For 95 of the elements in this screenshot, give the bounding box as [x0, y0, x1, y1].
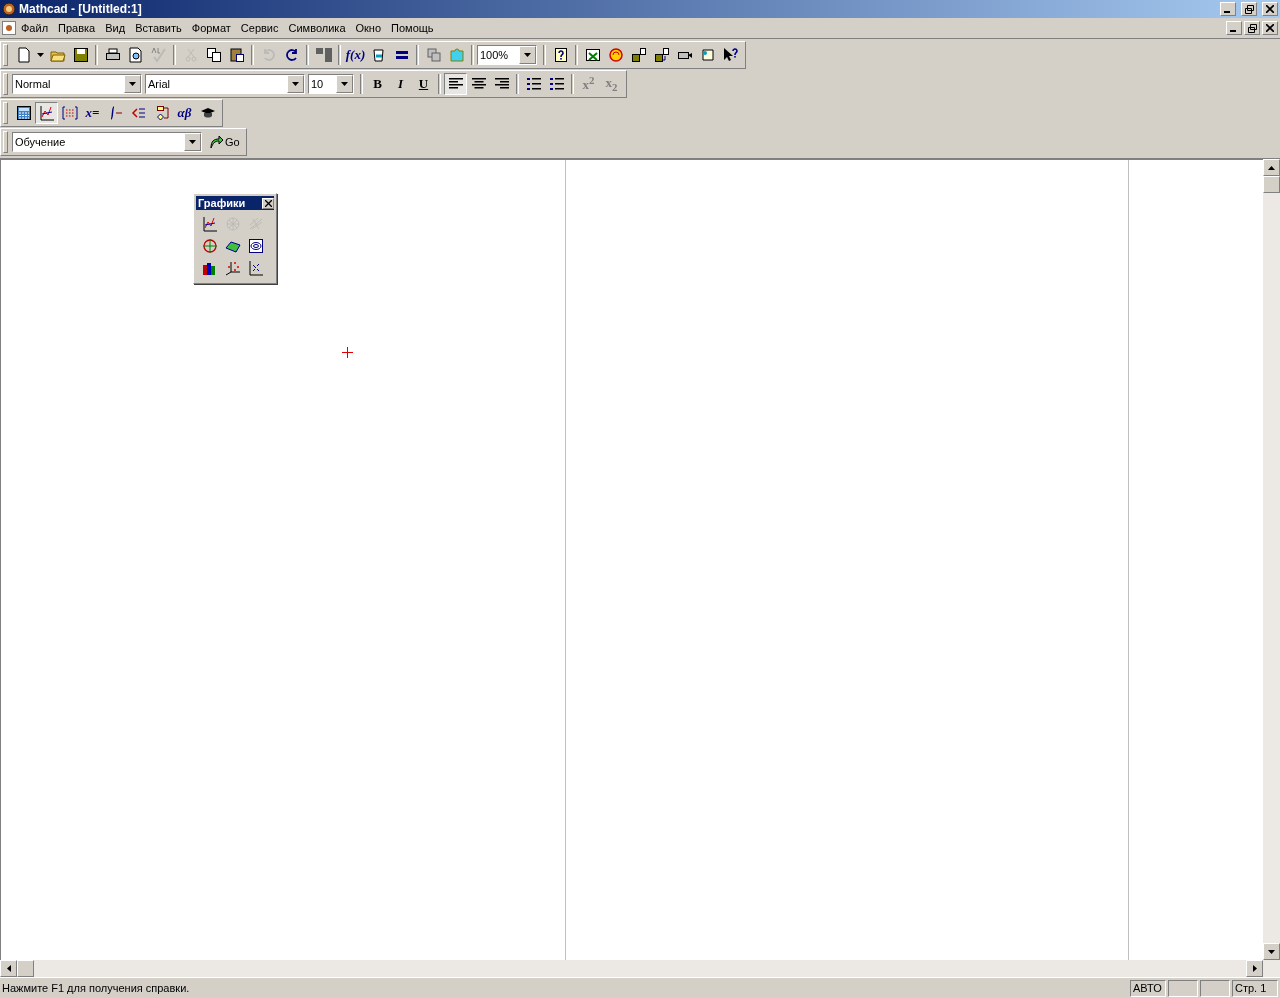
contour-icon [247, 238, 264, 254]
left-arrow-icon [6, 965, 11, 972]
graph-icon [38, 105, 55, 121]
bullet-list-icon [526, 78, 541, 90]
minimize-button[interactable] [1226, 21, 1242, 35]
menu-item[interactable]: Вид [100, 22, 131, 34]
crosshair-cursor-icon [342, 347, 353, 358]
scroll-down-button[interactable] [1263, 943, 1280, 960]
go-arrow-icon [208, 134, 224, 150]
function-button[interactable]: f(x) [344, 44, 367, 66]
style-dropdown[interactable]: Normal [12, 74, 142, 94]
math-palette-button[interactable]: αβ [173, 102, 196, 124]
polar-icon [201, 238, 218, 254]
scroll-up-button[interactable] [1263, 159, 1280, 176]
menu-item[interactable]: Файл [16, 22, 54, 34]
close-icon [1266, 24, 1274, 32]
menu-item[interactable]: Помощь [386, 22, 439, 34]
magnifier-icon [127, 47, 144, 63]
align-button[interactable] [444, 73, 467, 95]
text-style-button[interactable]: U [412, 73, 435, 95]
dropdown-arrow-icon [189, 140, 196, 144]
disk-send-icon [630, 47, 647, 63]
text-style-button[interactable]: I [389, 73, 412, 95]
status-message: Нажмите F1 для получения справки. [2, 982, 191, 994]
vector-field-icon [247, 260, 264, 276]
zoom-dropdown[interactable]: 100% [477, 45, 537, 65]
scroll-left-button[interactable] [0, 960, 17, 977]
resources-dropdown[interactable]: Обучение [12, 132, 202, 152]
puzzle-icon [448, 47, 465, 63]
scroll-thumb[interactable] [17, 960, 34, 977]
calculator-icon [15, 105, 32, 121]
align-icon [471, 78, 486, 90]
app-logo-icon [2, 2, 16, 16]
status-page: Стр. 1 [1232, 979, 1278, 997]
font-dropdown[interactable]: Arial [145, 74, 305, 94]
math-palette-button[interactable]: x= [81, 102, 104, 124]
menu-item[interactable]: Вставить [130, 22, 187, 34]
help-icon [552, 47, 569, 63]
minimize-button[interactable] [1220, 2, 1236, 16]
restore-icon [1244, 4, 1254, 14]
surface-icon [224, 238, 241, 254]
matrix-icon [61, 105, 78, 121]
menu-item[interactable]: Формат [186, 22, 236, 34]
scatter-3d-icon [224, 260, 241, 276]
close-button[interactable] [1262, 2, 1278, 16]
comparison-icon [130, 105, 147, 121]
menu-item[interactable]: Сервис [235, 22, 284, 34]
redo-icon [283, 47, 300, 63]
dropdown-arrow-icon [292, 82, 299, 86]
document-icon[interactable] [2, 21, 16, 35]
printer-icon [104, 47, 121, 63]
close-icon [264, 199, 272, 207]
scroll-right-button[interactable] [1246, 960, 1263, 977]
align-icon [448, 78, 463, 90]
pointer-question-icon [722, 47, 739, 63]
numbered-list-icon [549, 78, 564, 90]
up-arrow-icon [1268, 165, 1275, 170]
status-pane [1168, 979, 1198, 997]
align-top-icon [315, 47, 332, 63]
dropdown-arrow-icon [37, 53, 44, 57]
close-button[interactable] [1262, 21, 1278, 35]
dropdown-arrow-icon [524, 53, 531, 57]
worksheet[interactable]: Графики [0, 159, 1263, 960]
math-palette-button[interactable] [35, 102, 58, 124]
restore-icon [1247, 23, 1257, 33]
copy-icon [205, 47, 222, 63]
bar-chart-icon [201, 260, 218, 276]
right-arrow-icon [1252, 965, 1257, 972]
status-pane [1200, 979, 1230, 997]
clipboard-icon [228, 47, 245, 63]
close-icon [1266, 5, 1274, 13]
scroll-thumb[interactable] [1263, 176, 1280, 193]
dropdown-arrow-icon [1268, 949, 1275, 954]
font-size-dropdown[interactable]: 10 [308, 74, 354, 94]
menu-item[interactable]: Окно [350, 22, 387, 34]
go-button[interactable]: Go [205, 131, 243, 153]
spellcheck-icon [150, 47, 167, 63]
document-icon [15, 47, 32, 63]
component-icon [425, 47, 442, 63]
dropdown-arrow-icon [341, 82, 348, 86]
spreadsheet-icon [584, 47, 601, 63]
menu-item[interactable]: Символика [283, 22, 351, 34]
align-icon [494, 78, 509, 90]
disk-receive-icon [653, 47, 670, 63]
status-mode: АВТО [1130, 979, 1166, 997]
mesh-icon [224, 216, 241, 232]
graph-icon [201, 216, 218, 232]
window-title: Mathcad - [Untitled:1] [19, 2, 143, 16]
palette-title: Графики [198, 197, 246, 209]
dropdown-arrow-icon [129, 82, 136, 86]
menu-item[interactable]: Правка [53, 22, 101, 34]
text-style-button[interactable]: B [366, 73, 389, 95]
restore-button[interactable] [1244, 21, 1260, 35]
close-button[interactable] [262, 197, 274, 209]
restore-button[interactable] [1241, 2, 1257, 16]
